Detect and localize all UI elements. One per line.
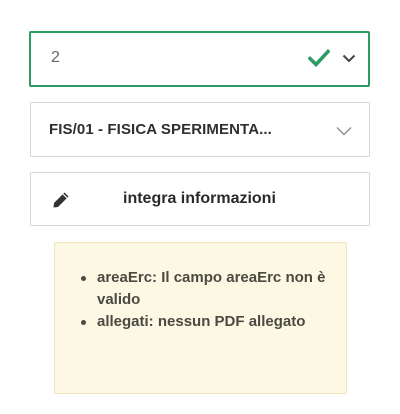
error-list: areaErc: Il campo areaErc non è valido a… — [77, 267, 327, 333]
error-item-allegati: allegati: nessun PDF allegato — [77, 311, 327, 333]
sector-select-value: FIS/01 - FISICA SPERIMENTA... — [49, 121, 272, 138]
integra-button-label: integra informazioni — [123, 190, 276, 207]
chevron-down-icon[interactable] — [336, 126, 352, 136]
check-icon — [308, 49, 330, 67]
error-item-areaerc: areaErc: Il campo areaErc non è valido — [77, 267, 327, 311]
number-select-value: 2 — [51, 49, 60, 66]
integra-informazioni-button[interactable]: integra informazioni — [30, 172, 370, 226]
validation-errors-box: areaErc: Il campo areaErc non è valido a… — [54, 242, 347, 394]
form-panel: 2 FIS/01 - FISICA SPERIMENTA... integra … — [0, 0, 400, 414]
chevron-down-icon[interactable] — [342, 54, 356, 63]
number-select[interactable]: 2 — [29, 31, 370, 87]
sector-select[interactable]: FIS/01 - FISICA SPERIMENTA... — [30, 102, 370, 157]
pencil-icon — [53, 192, 69, 208]
